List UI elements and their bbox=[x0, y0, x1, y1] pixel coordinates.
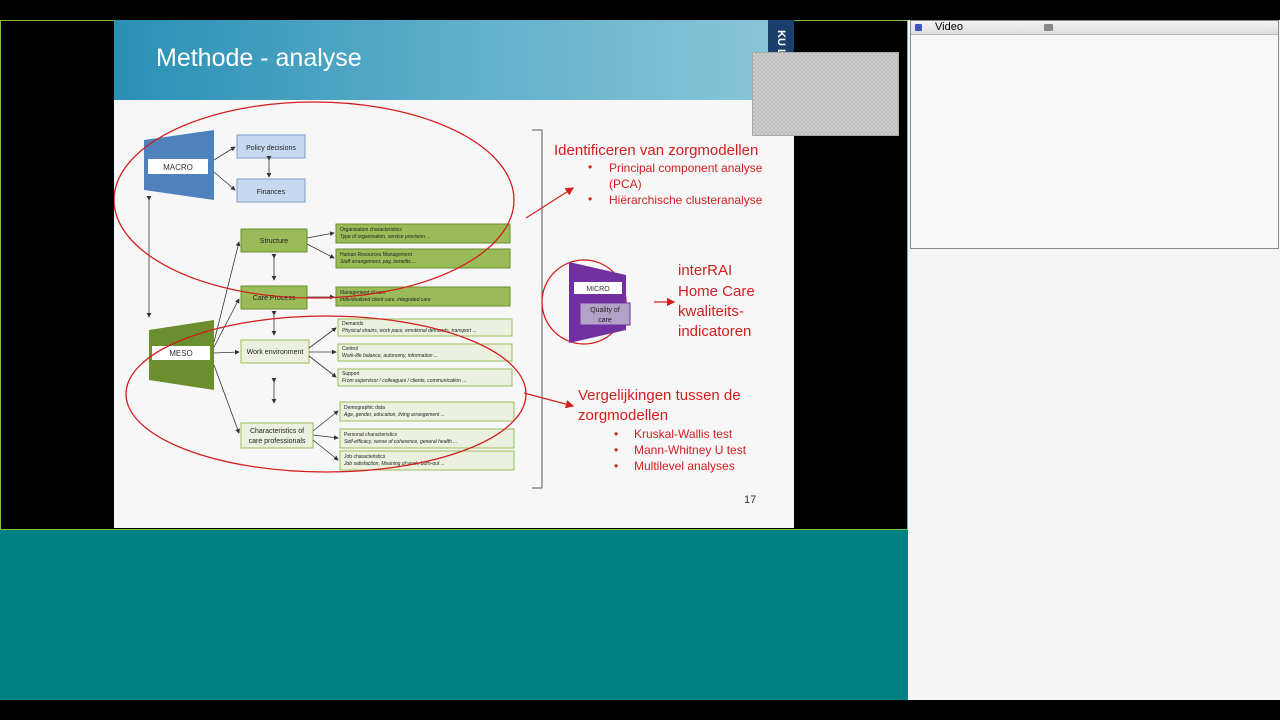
characteristics-label-1: Characteristics of bbox=[250, 428, 304, 435]
detail-title-5: Control bbox=[342, 346, 358, 352]
structure-label: Structure bbox=[260, 238, 289, 245]
work-environment-label: Work environment bbox=[247, 349, 304, 356]
detail-title-2: Human Resources Management bbox=[340, 252, 413, 258]
interrai-line-4: indicatoren bbox=[678, 323, 751, 340]
video-titlebar[interactable]: Video bbox=[911, 21, 1278, 35]
detail-title-4: Demands bbox=[342, 321, 364, 327]
compare-bullet-dot-1: • bbox=[614, 427, 618, 441]
quality-label-1: Quality of bbox=[590, 307, 620, 314]
camera-icon[interactable] bbox=[1044, 24, 1053, 31]
detail-title-6: Support bbox=[342, 371, 360, 377]
video-window[interactable]: Video bbox=[910, 20, 1279, 249]
compare-bullet-dot-3: • bbox=[614, 459, 618, 473]
interrai-line-2: Home Care bbox=[678, 283, 755, 300]
micro-label: MICRO bbox=[586, 286, 610, 293]
identify-bullet-2: Hiërarchische clusteranalyse bbox=[609, 193, 763, 207]
macro-label: MACRO bbox=[163, 163, 193, 172]
identify-heading: Identificeren van zorgmodellen bbox=[554, 142, 758, 159]
compare-heading-1: Vergelijkingen tussen de bbox=[578, 387, 741, 404]
bottom-bar bbox=[0, 700, 1280, 720]
detail-sub-8: Self-efficacy, sense of coherence, gener… bbox=[344, 439, 457, 445]
detail-title-7: Demographic data bbox=[344, 405, 385, 411]
detail-sub-4: Physical strains, work pace, emotional d… bbox=[342, 328, 477, 334]
slide-page-number: 17 bbox=[744, 494, 756, 506]
identify-bullet-dot-1: • bbox=[588, 160, 592, 174]
policy-label: Policy decisions bbox=[246, 145, 296, 152]
video-window-title: Video bbox=[935, 21, 963, 33]
detail-sub-1: Type of organisation, service provision … bbox=[340, 234, 431, 240]
webcam-thumbnail[interactable] bbox=[752, 52, 899, 136]
detail-sub-3: Individualized client care, integrated c… bbox=[340, 297, 431, 303]
detail-sub-7: Age, gender, education, living arrangeme… bbox=[343, 412, 445, 418]
video-window-icon bbox=[915, 24, 922, 31]
detail-title-8: Personal characteristics bbox=[344, 432, 398, 438]
detail-sub-6: From supervisor / colleagues / clients, … bbox=[342, 378, 467, 384]
interrai-line-3: kwaliteits- bbox=[678, 303, 744, 320]
slide-diagram: MACRO Policy decisions Finances MESO Str… bbox=[114, 101, 763, 506]
detail-title-1: Organisation characteristics bbox=[340, 227, 402, 233]
quality-label-2: care bbox=[598, 317, 612, 324]
compare-bullet-2: Mann-Whitney U test bbox=[634, 443, 747, 457]
compare-bullet-dot-2: • bbox=[614, 443, 618, 457]
compare-bullet-3: Multilevel analyses bbox=[634, 459, 735, 473]
identify-bullet-1: Principal component analyse bbox=[609, 161, 763, 175]
identify-bullet-1b: (PCA) bbox=[609, 177, 642, 191]
right-bracket bbox=[532, 129, 543, 489]
detail-sub-2: Staff arrangement, pay, benefits ... bbox=[340, 259, 416, 265]
detail-sub-9: Job satisfaction, Meaning of work, burn-… bbox=[343, 461, 445, 467]
detail-sub-5: Work-life balance, autonomy, information… bbox=[342, 353, 438, 359]
detail-title-9: Job characteristics bbox=[344, 454, 386, 460]
meso-label: MESO bbox=[169, 349, 193, 358]
identify-bullet-dot-2: • bbox=[588, 192, 592, 206]
characteristics-label-2: care professionals bbox=[249, 438, 306, 445]
teal-background bbox=[0, 530, 908, 700]
slide: Methode - analyse MACRO Policy decisions… bbox=[114, 20, 794, 528]
compare-bullet-1: Kruskal-Wallis test bbox=[634, 427, 733, 441]
finances-label: Finances bbox=[257, 189, 286, 196]
interrai-line-1: interRAI bbox=[678, 262, 732, 279]
macro-structure-ellipse bbox=[114, 101, 515, 299]
compare-heading-2: zorgmodellen bbox=[578, 407, 668, 424]
